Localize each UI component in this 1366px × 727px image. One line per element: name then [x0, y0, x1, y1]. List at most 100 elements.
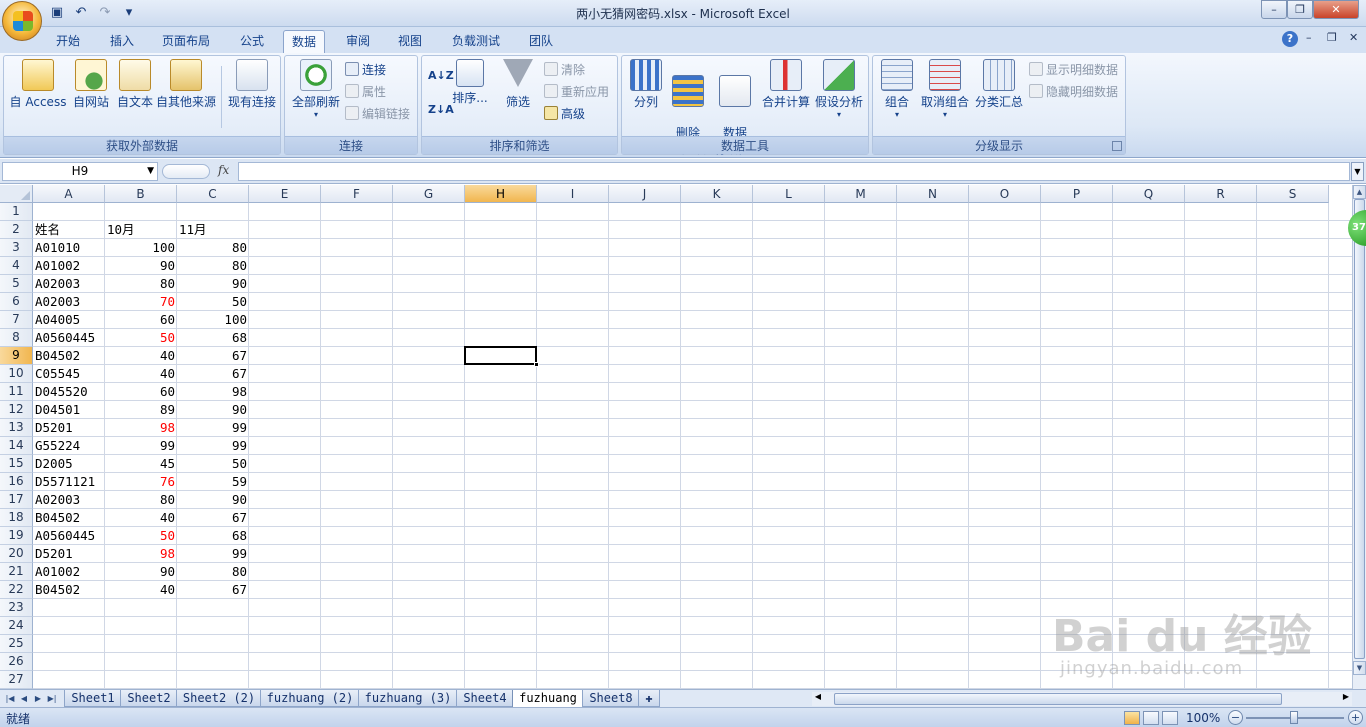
cell-B9[interactable]: 40: [105, 347, 177, 365]
sheet-tab-7[interactable]: Sheet8: [582, 690, 640, 707]
dialog-launcher-icon[interactable]: [1112, 141, 1122, 151]
row-header[interactable]: 17: [0, 491, 33, 509]
cell-A11[interactable]: D045520: [33, 383, 105, 401]
row-header[interactable]: 24: [0, 617, 33, 635]
cell-A22[interactable]: B04502: [33, 581, 105, 599]
name-box-dropdown-icon[interactable]: ▼: [147, 163, 154, 180]
tab-6[interactable]: 视图: [390, 30, 430, 53]
cell-B12[interactable]: 89: [105, 401, 177, 419]
cell-A16[interactable]: D5571121: [33, 473, 105, 491]
row-header[interactable]: 7: [0, 311, 33, 329]
consolidate-button[interactable]: 合并计算: [760, 59, 812, 110]
clear-filter-button[interactable]: 清除: [544, 60, 585, 80]
zoom-level[interactable]: 100%: [1186, 711, 1220, 725]
cell-C17[interactable]: 90: [177, 491, 249, 509]
column-header-S[interactable]: S: [1257, 185, 1329, 203]
vertical-scrollbar[interactable]: ▲ ▼: [1352, 185, 1366, 689]
column-header-L[interactable]: L: [753, 185, 825, 203]
row-header[interactable]: 13: [0, 419, 33, 437]
cell-B10[interactable]: 40: [105, 365, 177, 383]
cell-A18[interactable]: B04502: [33, 509, 105, 527]
row-header[interactable]: 20: [0, 545, 33, 563]
select-all-corner[interactable]: [0, 185, 33, 203]
office-button[interactable]: [2, 1, 42, 41]
row-header[interactable]: 19: [0, 527, 33, 545]
cell-C4[interactable]: 80: [177, 257, 249, 275]
cell-C5[interactable]: 90: [177, 275, 249, 293]
cell-C15[interactable]: 50: [177, 455, 249, 473]
cell-A20[interactable]: D5201: [33, 545, 105, 563]
cell-B17[interactable]: 80: [105, 491, 177, 509]
cell-C8[interactable]: 68: [177, 329, 249, 347]
connections-button[interactable]: 连接: [345, 60, 386, 80]
column-header-O[interactable]: O: [969, 185, 1041, 203]
row-header[interactable]: 2: [0, 221, 33, 239]
cell-A4[interactable]: A01002: [33, 257, 105, 275]
ribbon-restore-icon[interactable]: ❐: [1327, 31, 1337, 44]
sheet-tab-6[interactable]: fuzhuang: [512, 690, 584, 708]
page-break-view-icon[interactable]: [1162, 711, 1178, 725]
cell-B6[interactable]: 70: [105, 293, 177, 311]
sheet-tab-1[interactable]: Sheet2: [120, 690, 178, 707]
cell-A14[interactable]: G55224: [33, 437, 105, 455]
column-header-F[interactable]: F: [321, 185, 393, 203]
horizontal-scrollbar[interactable]: ◀ ▶: [812, 692, 1352, 706]
cell-C14[interactable]: 99: [177, 437, 249, 455]
row-header[interactable]: 23: [0, 599, 33, 617]
tab-2[interactable]: 页面布局: [154, 30, 218, 53]
zoom-out-icon[interactable]: −: [1228, 710, 1243, 725]
row-header[interactable]: 5: [0, 275, 33, 293]
cell-C9[interactable]: 67: [177, 347, 249, 365]
row-header[interactable]: 25: [0, 635, 33, 653]
edit-links-button[interactable]: 编辑链接: [345, 104, 410, 124]
existing-connections-button[interactable]: 现有连接: [224, 59, 280, 110]
show-detail-button[interactable]: 显示明细数据: [1029, 60, 1118, 80]
cell-C16[interactable]: 59: [177, 473, 249, 491]
cell-A8[interactable]: A0560445: [33, 329, 105, 347]
row-header[interactable]: 26: [0, 653, 33, 671]
cell-A5[interactable]: A02003: [33, 275, 105, 293]
normal-view-icon[interactable]: [1124, 711, 1140, 725]
cell-A10[interactable]: C05545: [33, 365, 105, 383]
worksheet-grid[interactable]: A B C E F G H I J K L M N O P Q R S 1 2 姓名 10月 11月 3 A01010 100 80…: [0, 185, 1352, 689]
row-header[interactable]: 27: [0, 671, 33, 689]
column-header-C[interactable]: C: [177, 185, 249, 203]
insert-sheet-icon[interactable]: ✚: [638, 690, 660, 707]
cell-C12[interactable]: 90: [177, 401, 249, 419]
filter-button[interactable]: 筛选: [498, 59, 538, 110]
active-cell-border[interactable]: [464, 346, 537, 365]
sheet-tab-0[interactable]: Sheet1: [64, 690, 122, 707]
from-web-button[interactable]: 自网站: [68, 59, 114, 110]
last-sheet-icon[interactable]: ▶|: [46, 692, 58, 705]
from-text-button[interactable]: 自文本: [112, 59, 158, 110]
row-header[interactable]: 1: [0, 203, 33, 221]
cell-A12[interactable]: D04501: [33, 401, 105, 419]
cell-C20[interactable]: 99: [177, 545, 249, 563]
cell-C22[interactable]: 67: [177, 581, 249, 599]
from-access-button[interactable]: 自 Access: [8, 59, 68, 110]
scroll-down-icon[interactable]: ▼: [1353, 661, 1366, 675]
group-button[interactable]: 组合 ▾: [877, 59, 917, 119]
expand-formula-bar-icon[interactable]: ▼: [1351, 162, 1364, 181]
cell-C13[interactable]: 99: [177, 419, 249, 437]
cell-A6[interactable]: A02003: [33, 293, 105, 311]
cell-B4[interactable]: 90: [105, 257, 177, 275]
cell-A3[interactable]: A01010: [33, 239, 105, 257]
cell-C11[interactable]: 98: [177, 383, 249, 401]
column-header-P[interactable]: P: [1041, 185, 1113, 203]
from-other-sources-button[interactable]: 自其他来源: [154, 59, 218, 110]
column-header-R[interactable]: R: [1185, 185, 1257, 203]
tab-0[interactable]: 开始: [48, 30, 88, 53]
cell-C3[interactable]: 80: [177, 239, 249, 257]
scroll-left-icon[interactable]: ◀: [812, 692, 824, 706]
cell-A2[interactable]: 姓名: [33, 221, 105, 239]
cell-C2[interactable]: 11月: [177, 221, 249, 239]
row-header[interactable]: 11: [0, 383, 33, 401]
restore-button[interactable]: ❐: [1287, 0, 1313, 19]
cell-C21[interactable]: 80: [177, 563, 249, 581]
text-to-columns-button[interactable]: 分列: [626, 59, 666, 110]
fill-handle[interactable]: [534, 362, 539, 367]
column-header-B[interactable]: B: [105, 185, 177, 203]
cell-B8[interactable]: 50: [105, 329, 177, 347]
reapply-button[interactable]: 重新应用: [544, 82, 609, 102]
